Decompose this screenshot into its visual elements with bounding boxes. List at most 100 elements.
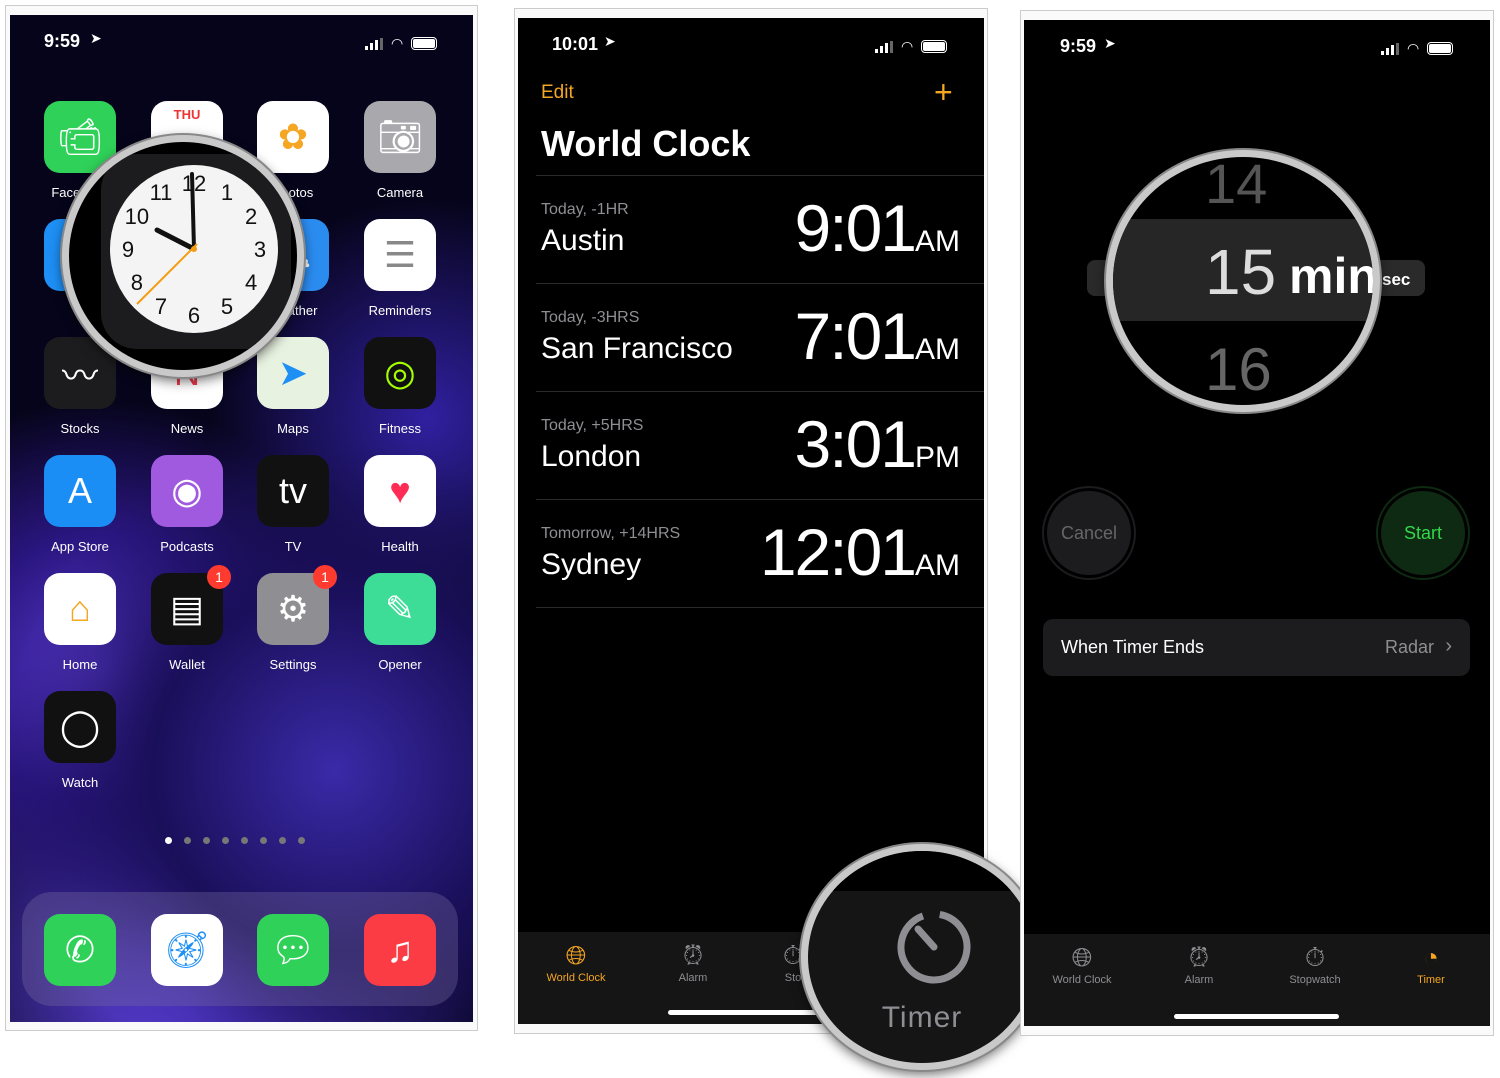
world-clock-row[interactable]: Today, +5HRS London 3:01PM — [536, 392, 984, 500]
time-value: 12:01 — [759, 515, 917, 589]
time-offset: Today, +5HRS — [541, 417, 644, 434]
am-pm: AM — [915, 333, 960, 366]
battery-icon — [1427, 42, 1454, 55]
clock-number: 11 — [150, 180, 173, 205]
tab-world-clock[interactable]: 🌐︎ World Clock — [1027, 940, 1137, 986]
alarm-icon: ⏰︎ — [1188, 942, 1210, 972]
city-name: London — [541, 440, 642, 473]
start-button[interactable]: Start — [1378, 488, 1468, 578]
watch-icon: ◯ — [44, 691, 116, 763]
podcasts-icon: ◉ — [151, 455, 223, 527]
health-icon: ♥ — [364, 455, 436, 527]
world-clock-row[interactable]: Tomorrow, +14HRS Sydney 12:01AM — [536, 500, 984, 608]
app-label: Podcasts — [160, 539, 214, 554]
location-icon: ➤ — [1104, 35, 1116, 51]
wifi-icon: ◠ — [1407, 40, 1420, 56]
page-dot[interactable] — [184, 837, 191, 844]
clock-number: 7 — [155, 294, 167, 319]
app-watch[interactable]: ◯ Watch — [44, 691, 116, 790]
tab-alarm[interactable]: ⏰︎ Alarm — [1144, 940, 1254, 986]
picker-prev-value: 14 — [1205, 152, 1268, 215]
home-indicator — [668, 1010, 820, 1015]
clock-number: 9 — [122, 237, 134, 262]
app-health[interactable]: ♥ Health — [364, 455, 436, 554]
battery-icon — [411, 37, 438, 50]
tab-world-clock[interactable]: 🌐︎ World Clock — [521, 938, 631, 984]
alarm-icon: ⏰︎ — [682, 940, 704, 970]
city-time: 7:01AM — [795, 298, 960, 374]
app-label: Watch — [61, 775, 99, 790]
app-app-store[interactable]: A App Store — [44, 455, 116, 554]
city-time: 12:01AM — [760, 514, 960, 590]
time-offset: Tomorrow, +14HRS — [541, 525, 681, 542]
page-dot[interactable] — [260, 837, 267, 844]
calendar-day: THU — [173, 107, 201, 122]
when-timer-ends-row[interactable]: When Timer Ends Radar › — [1043, 619, 1470, 676]
picker-selected-value[interactable]: 15 — [1205, 235, 1276, 309]
app-home[interactable]: ⌂ Home — [44, 573, 116, 672]
clock-number: 10 — [125, 204, 149, 229]
clock-app-magnifier[interactable]: 121234567891011 — [62, 135, 304, 377]
dock-safari[interactable]: 🧭︎ — [151, 914, 223, 986]
timer-tab-label: Timer — [881, 1001, 963, 1034]
app-reminders[interactable]: ☰ Reminders — [364, 219, 436, 318]
add-button[interactable]: + — [934, 74, 953, 111]
clock-number: 6 — [188, 303, 200, 328]
timer-picker-magnifier[interactable]: 14 15 min 16 — [1106, 150, 1380, 412]
page-indicator[interactable] — [165, 837, 305, 844]
time-value: 3:01 — [794, 407, 917, 481]
page-dot[interactable] — [203, 837, 210, 844]
page-dot[interactable] — [279, 837, 286, 844]
app-maps[interactable]: ➤ Maps — [257, 337, 329, 436]
status-icons: ◠ — [875, 38, 948, 55]
app-wallet[interactable]: ▤ 1 Wallet — [151, 565, 231, 672]
page-dot[interactable] — [222, 837, 229, 844]
page-dot[interactable] — [298, 837, 305, 844]
am-pm: AM — [915, 225, 960, 258]
app-tv[interactable]: tv TV — [257, 455, 329, 554]
time-value: 7:01 — [794, 299, 917, 373]
tab-timer[interactable]: ◔ Timer — [1376, 940, 1486, 986]
city-time: 9:01AM — [795, 190, 960, 266]
clock-number: 4 — [245, 270, 257, 295]
clock-number: 2 — [245, 204, 257, 229]
edit-button[interactable]: Edit — [541, 82, 574, 104]
app-label: Camera — [376, 185, 424, 200]
app-label: Opener — [378, 657, 422, 672]
opener-icon: ✎ — [364, 573, 436, 645]
tab-alarm[interactable]: ⏰︎ Alarm — [638, 938, 748, 984]
clock-number: 5 — [221, 294, 233, 319]
status-icons: ◠ — [365, 35, 438, 52]
app-podcasts[interactable]: ◉ Podcasts — [151, 455, 223, 554]
page-dot[interactable] — [241, 837, 248, 844]
app-opener[interactable]: ✎ Opener — [364, 573, 436, 672]
dock-music[interactable]: ♫ — [364, 914, 436, 986]
app-stocks[interactable]: 〰 Stocks — [44, 337, 116, 436]
city-name: Austin — [541, 224, 625, 257]
dock-messages[interactable]: 💬︎ — [257, 914, 329, 986]
page-dot[interactable] — [165, 837, 172, 844]
tab-stopwatch[interactable]: ⏱︎ Stopwatch — [1260, 940, 1370, 986]
tv-icon: tv — [257, 455, 329, 527]
status-time: 10:01 — [552, 34, 599, 54]
wifi-icon: ◠ — [391, 35, 404, 51]
clock-number: 1 — [221, 180, 233, 205]
app-label: Reminders — [368, 303, 432, 318]
timer-icon — [897, 910, 971, 984]
world-clock-row[interactable]: Today, -3HRS San Francisco 7:01AM — [536, 284, 984, 392]
globe-icon: 🌐︎ — [1071, 942, 1093, 972]
app-label: Home — [62, 657, 98, 672]
city-name: Sydney — [541, 548, 642, 581]
app-store-icon: A — [44, 455, 116, 527]
reminders-icon: ☰ — [364, 219, 436, 291]
cancel-button[interactable]: Cancel — [1044, 488, 1134, 578]
dock-phone[interactable]: ✆ — [44, 914, 116, 986]
world-clock-row[interactable]: Today, -1HR Austin 9:01AM — [536, 176, 984, 284]
home-indicator — [1174, 1014, 1339, 1019]
app-fitness[interactable]: ◎ Fitness — [364, 337, 436, 436]
location-icon: ➤ — [90, 30, 102, 46]
app-camera[interactable]: 📷︎ Camera — [364, 101, 436, 200]
signal-icon — [1381, 42, 1399, 55]
timer-tab-magnifier[interactable]: Timer — [801, 844, 1043, 1070]
app-settings[interactable]: ⚙ 1 Settings — [257, 565, 337, 672]
